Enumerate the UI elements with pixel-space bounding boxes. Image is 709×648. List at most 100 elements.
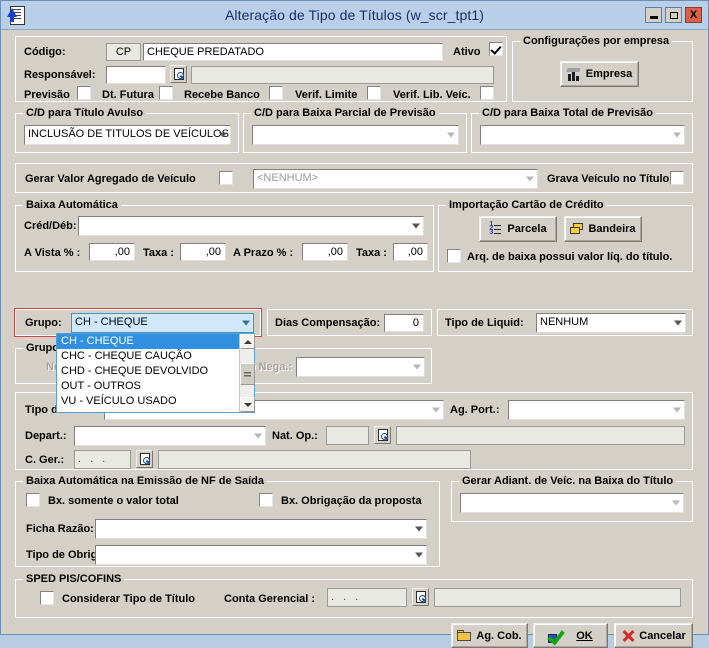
ag-cob-button-label: Ag. Cob. [476,629,522,642]
verif-lib-veic-checkbox[interactable] [480,86,494,100]
title-bar[interactable]: Alteração de Tipo de Títulos (w_scr_tpt1… [1,1,708,30]
nat-op-lookup-icon[interactable] [374,426,391,444]
ok-button-label: OK [576,629,593,642]
codigo-input[interactable]: CHEQUE PREDATADO [143,43,443,61]
cd-baixa-total-legend: C/D para Baixa Total de Previsão [479,107,656,119]
cd-baixa-parcial-combo[interactable] [252,125,459,145]
veiculo-row-panel: Gerar Valor Agregado de Veículo <NENHUM>… [15,163,693,193]
gerar-adiant-combo[interactable] [460,493,684,513]
chevron-down-icon [414,525,423,534]
window-title: Alteração de Tipo de Títulos (w_scr_tpt1… [224,7,485,23]
chevron-down-icon [446,131,455,140]
codigo-prefix: CP [106,43,141,61]
dias-compensacao-label: Dias Compensação: [275,317,381,329]
document-arrow-icon [6,4,28,26]
responsavel-input[interactable] [106,66,166,84]
bx-obrigacao-checkbox[interactable] [259,493,273,507]
ok-button[interactable]: OK [533,623,608,648]
ficha-razao-combo[interactable] [95,519,427,539]
dt-futura-checkbox[interactable] [159,86,173,100]
ag-port-combo[interactable] [508,400,685,420]
grava-veiculo-label: Grava Veículo no Título [547,173,670,185]
cd-baixa-total-group: C/D para Baixa Total de Previsão [471,107,693,153]
header-panel: Código: CP CHEQUE PREDATADO Ativo Respon… [15,36,507,102]
taxa1-label: Taxa : [143,247,174,259]
sped-group: SPED PIS/COFINS Considerar Tipo de Títul… [15,573,693,618]
sped-legend: SPED PIS/COFINS [23,573,125,585]
c-ger-lookup-icon[interactable] [136,450,153,468]
dropdown-option-chd[interactable]: CHD - CHEQUE DEVOLVIDO [57,364,254,379]
taxa2-input[interactable]: ,00 [393,243,428,261]
cred-deb-combo[interactable] [78,216,424,236]
a-prazo-input[interactable]: ,00 [302,243,348,261]
cd-titulo-avulso-legend: C/D para Título Avulso [23,107,147,119]
nat-op-input[interactable] [326,426,369,445]
considerar-tipo-label: Considerar Tipo de Título [62,593,196,605]
bandeira-button[interactable]: Bandeira [564,216,642,242]
gerar-valor-agregado-checkbox[interactable] [219,171,233,185]
cd-baixa-total-combo[interactable] [480,125,685,145]
scroll-down-button[interactable] [240,397,255,412]
conta-gerencial-input[interactable]: . . . [327,588,407,607]
dropdown-option-chc[interactable]: CHC - CHEQUE CAUÇÃO [57,349,254,364]
cred-deb-label: Créd/Déb: [24,220,77,232]
grupo-combo[interactable]: CH - CHEQUE [71,313,254,333]
cancelar-button[interactable]: Cancelar [614,623,693,648]
a-prazo-label: A Prazo % : [233,247,294,259]
grava-veiculo-checkbox[interactable] [670,171,684,185]
factory-icon [566,67,582,81]
dropdown-option-vu[interactable]: VU - VEÍCULO USADO [57,394,254,409]
dropdown-option-out[interactable]: OUT - OUTROS [57,379,254,394]
maximize-button[interactable] [665,7,682,23]
tipo-liquid-combo[interactable]: NENHUM [536,313,686,333]
grupo-dropdown-list[interactable]: CH - CHEQUE CHC - CHEQUE CAUÇÃO CHD - CH… [56,333,255,413]
minimize-button[interactable] [645,7,662,23]
a-vista-input[interactable]: ,00 [89,243,135,261]
veiculo-combo[interactable]: <NENHUM> [253,169,538,189]
bandeira-button-label: Bandeira [588,223,636,235]
dropdown-scrollbar[interactable] [239,334,255,412]
importacao-cartao-legend: Importação Cartão de Crédito [446,199,607,211]
chevron-down-icon [411,222,420,231]
scroll-up-button[interactable] [240,334,255,349]
verif-limite-checkbox[interactable] [367,86,381,100]
chevron-down-icon [431,406,440,415]
empresa-button-label: Empresa [585,68,633,80]
cd-titulo-avulso-combo[interactable]: INCLUSÃO DE TITULOS DE VEÍCULOS [24,125,231,145]
baixa-nf-group: Baixa Automática na Emissão de NF de Saí… [15,475,440,567]
baixa-nf-legend: Baixa Automática na Emissão de NF de Saí… [23,475,268,487]
ag-cob-button[interactable]: Ag. Cob. [451,623,528,648]
responsavel-lookup-icon[interactable] [170,65,187,83]
responsavel-label: Responsável: [24,69,96,81]
chevron-down-icon [672,131,681,140]
dropdown-option-ch[interactable]: CH - CHEQUE [57,334,254,349]
depart-label: Depart.: [25,430,67,442]
empresa-button[interactable]: Empresa [560,61,639,87]
a-vista-label: A Vista % : [24,247,81,259]
previsao-checkbox[interactable] [77,86,91,100]
responsavel-description [191,66,494,84]
scrollbar-thumb[interactable] [240,363,255,385]
gerar-adiant-group: Gerar Adiant. de Veíc. na Baixa do Títul… [451,475,693,522]
recebe-banco-checkbox[interactable] [269,86,283,100]
folder-open-icon [457,629,472,642]
depart-combo[interactable] [74,426,266,446]
close-button[interactable]: X [685,7,702,23]
cancelar-button-label: Cancelar [639,629,686,642]
ficha-razao-label: Ficha Razão: [26,523,94,535]
conta-gerencial-lookup-icon[interactable] [412,588,429,606]
taxa1-input[interactable]: ,00 [180,243,226,261]
c-ger-input[interactable]: . . . [74,450,131,469]
tipo-obrig-combo[interactable] [95,545,427,565]
chevron-down-icon [253,432,262,441]
parcela-button[interactable]: 1 2 3 Parcela [479,216,557,242]
dias-compensacao-input[interactable]: 0 [384,314,424,332]
considerar-tipo-checkbox[interactable] [40,591,54,605]
arq-baixa-checkbox[interactable] [447,249,461,263]
grupo-combo-value: CH - CHEQUE [75,316,148,328]
cards-icon [570,223,584,235]
c-ger-description [158,450,471,469]
bx-valor-total-checkbox[interactable] [26,493,40,507]
ativo-checkbox[interactable] [489,42,503,56]
motivo-nega-combo[interactable] [296,357,425,377]
